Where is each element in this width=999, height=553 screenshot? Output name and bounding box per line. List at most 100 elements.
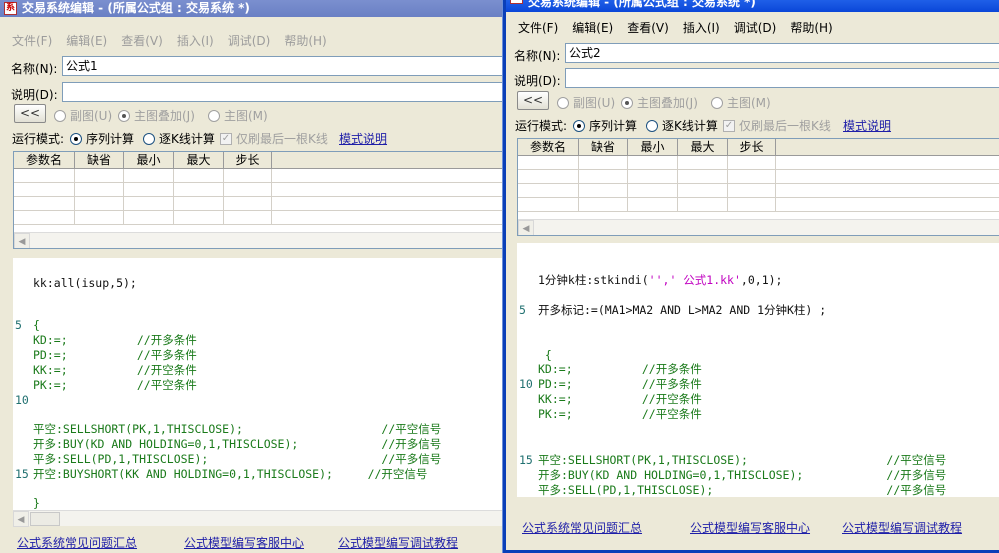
code-line[interactable]: PK:=; //平空条件: [538, 407, 702, 422]
collapse-button[interactable]: <<: [14, 104, 46, 123]
radio-circle-icon: [54, 109, 66, 122]
code-line[interactable]: }: [33, 496, 40, 511]
radio-sequence[interactable]: 序列计算: [573, 117, 637, 134]
scroll-left-icon[interactable]: ◀: [13, 510, 29, 527]
radio-main-chart[interactable]: 主图(M): [711, 94, 771, 111]
col-header[interactable]: 参数名: [518, 139, 579, 155]
col-header[interactable]: 最大: [678, 139, 728, 155]
code-line[interactable]: {: [33, 318, 40, 333]
col-header[interactable]: 最小: [628, 139, 678, 155]
checkmark-icon: ✓: [220, 132, 232, 145]
refresh-last-checkbox[interactable]: ✓ 仅刷最后一根K线: [220, 130, 328, 147]
col-header[interactable]: 步长: [728, 139, 776, 155]
code-line[interactable]: 平空:SELLSHORT(PK,1,THISCLOSE); //平空信号: [33, 422, 441, 437]
menu-edit[interactable]: 编辑(E): [60, 32, 113, 49]
radio-kline[interactable]: 逐K线计算: [143, 130, 215, 147]
col-header[interactable]: 最大: [174, 152, 224, 168]
col-header[interactable]: 参数名: [14, 152, 75, 168]
table-hscrollbar[interactable]: ◀: [518, 219, 999, 235]
menu-view[interactable]: 查看(V): [115, 32, 169, 49]
checkbox-label: 仅刷最后一根K线: [236, 132, 328, 146]
code-line[interactable]: 平多:SELL(PD,1,THISCLOSE); //平多信号: [33, 452, 441, 467]
code-line[interactable]: KD:=; //开多条件: [33, 333, 197, 348]
radio-subchart[interactable]: 副图(U): [557, 94, 615, 111]
table-row[interactable]: [14, 169, 508, 183]
code-line[interactable]: kk:all(isup,5);: [33, 276, 137, 291]
radio-circle-icon: [711, 96, 723, 109]
code-line[interactable]: KD:=; //开多条件: [538, 362, 702, 377]
menu-insert[interactable]: 插入(I): [677, 19, 726, 36]
code-line[interactable]: {: [538, 348, 552, 363]
radio-subchart[interactable]: 副图(U): [54, 107, 112, 124]
radio-main-chart[interactable]: 主图(M): [208, 107, 268, 124]
editor-window-2: 系 交易系统编辑 - (所属公式组 : 交易系统 *) 文件(F) 编辑(E) …: [503, 0, 999, 553]
radio-circle-icon: [646, 119, 658, 132]
collapse-button[interactable]: <<: [517, 91, 549, 110]
code-line[interactable]: 平多:SELL(PD,1,THISCLOSE); //平多信号: [538, 483, 946, 497]
table-row[interactable]: [14, 183, 508, 197]
menu-view[interactable]: 查看(V): [621, 19, 675, 36]
code-editor[interactable]: 1分钟k柱:stkindi('',' 公式1.kk',0,1); 5 开多标记:=(…: [517, 243, 999, 497]
code-line[interactable]: PD:=; //平多条件: [33, 348, 197, 363]
code-line[interactable]: 开多标记:=(MA1>MA2 AND L>MA2 AND 1分钟K柱) ;: [538, 303, 826, 318]
table-row[interactable]: [518, 184, 999, 198]
code-line[interactable]: KK:=; //开空条件: [538, 392, 702, 407]
col-header[interactable]: 步长: [224, 152, 272, 168]
code-line[interactable]: 开多:BUY(KD AND HOLDING=0,1,THISCLOSE); //…: [538, 468, 946, 483]
menu-help[interactable]: 帮助(H): [784, 19, 838, 36]
code-line[interactable]: PD:=; //平多条件: [538, 377, 702, 392]
radio-kline[interactable]: 逐K线计算: [646, 117, 718, 134]
refresh-last-checkbox[interactable]: ✓ 仅刷最后一根K线: [723, 117, 831, 134]
code-line[interactable]: 开空:BUYSHORT(KK AND HOLDING=0,1,THISCLOSE…: [33, 467, 427, 482]
footer-links: 公式系统常见问题汇总 公式模型编写客服中心 公式模型编写调试教程: [0, 531, 508, 551]
table-row[interactable]: [518, 170, 999, 184]
scroll-left-icon[interactable]: ◀: [14, 232, 30, 248]
col-header[interactable]: 最小: [124, 152, 174, 168]
col-header[interactable]: 缺省: [75, 152, 124, 168]
menu-file[interactable]: 文件(F): [512, 19, 564, 36]
radio-main-overlay[interactable]: 主图叠加(J): [621, 94, 698, 111]
param-table-header: 参数名 缺省 最小 最大 步长: [14, 152, 508, 169]
menu-help[interactable]: 帮助(H): [278, 32, 332, 49]
table-row[interactable]: [14, 211, 508, 225]
code-editor[interactable]: kk:all(isup,5); 5 {KD:=; //开多条件 PD:=; //平多条…: [13, 258, 508, 512]
menu-debug[interactable]: 调试(D): [728, 19, 783, 36]
mode-help-link[interactable]: 模式说明: [843, 117, 891, 134]
faq-link[interactable]: 公式系统常见问题汇总: [522, 519, 642, 536]
name-field[interactable]: 公式2: [565, 43, 999, 63]
table-row[interactable]: [518, 198, 999, 212]
support-link[interactable]: 公式模型编写客服中心: [690, 519, 810, 536]
mode-help-link[interactable]: 模式说明: [339, 130, 387, 147]
menu-file[interactable]: 文件(F): [6, 32, 58, 49]
window-title-text: 交易系统编辑 - (所属公式组 : 交易系统 *): [22, 1, 250, 15]
col-header[interactable]: 缺省: [579, 139, 628, 155]
code-line[interactable]: PK:=; //平空条件: [33, 378, 197, 393]
window-title[interactable]: 系 交易系统编辑 - (所属公式组 : 交易系统 *): [506, 0, 999, 12]
tutorial-link[interactable]: 公式模型编写调试教程: [338, 534, 458, 551]
code-hscrollbar[interactable]: ◀: [13, 510, 508, 527]
scroll-left-icon[interactable]: ◀: [518, 219, 534, 235]
table-row[interactable]: [14, 197, 508, 211]
name-field[interactable]: 公式1: [62, 56, 508, 76]
code-line[interactable]: KK:=; //开空条件: [33, 363, 197, 378]
window-title[interactable]: 系 交易系统编辑 - (所属公式组 : 交易系统 *): [0, 0, 508, 17]
menu-edit[interactable]: 编辑(E): [566, 19, 619, 36]
code-line[interactable]: 开多:BUY(KD AND HOLDING=0,1,THISCLOSE); //…: [33, 437, 441, 452]
code-line[interactable]: 平空:SELLSHORT(PK,1,THISCLOSE); //平空信号: [538, 453, 946, 468]
table-row[interactable]: [518, 156, 999, 170]
desc-field[interactable]: [62, 82, 508, 102]
table-hscrollbar[interactable]: ◀: [14, 232, 508, 248]
faq-link[interactable]: 公式系统常见问题汇总: [17, 534, 137, 551]
desc-field[interactable]: [565, 68, 999, 88]
support-link[interactable]: 公式模型编写客服中心: [184, 534, 304, 551]
line-number: 15: [519, 453, 533, 467]
radio-sequence[interactable]: 序列计算: [70, 130, 134, 147]
menu-insert[interactable]: 插入(I): [171, 32, 220, 49]
app-icon: 系: [4, 2, 17, 15]
menu-debug[interactable]: 调试(D): [222, 32, 277, 49]
tutorial-link[interactable]: 公式模型编写调试教程: [842, 519, 962, 536]
radio-circle-icon: [118, 109, 130, 122]
code-line[interactable]: 1分钟k柱:stkindi('',' 公式1.kk',0,1);: [538, 273, 782, 288]
radio-main-overlay[interactable]: 主图叠加(J): [118, 107, 195, 124]
scroll-thumb[interactable]: [30, 511, 60, 526]
